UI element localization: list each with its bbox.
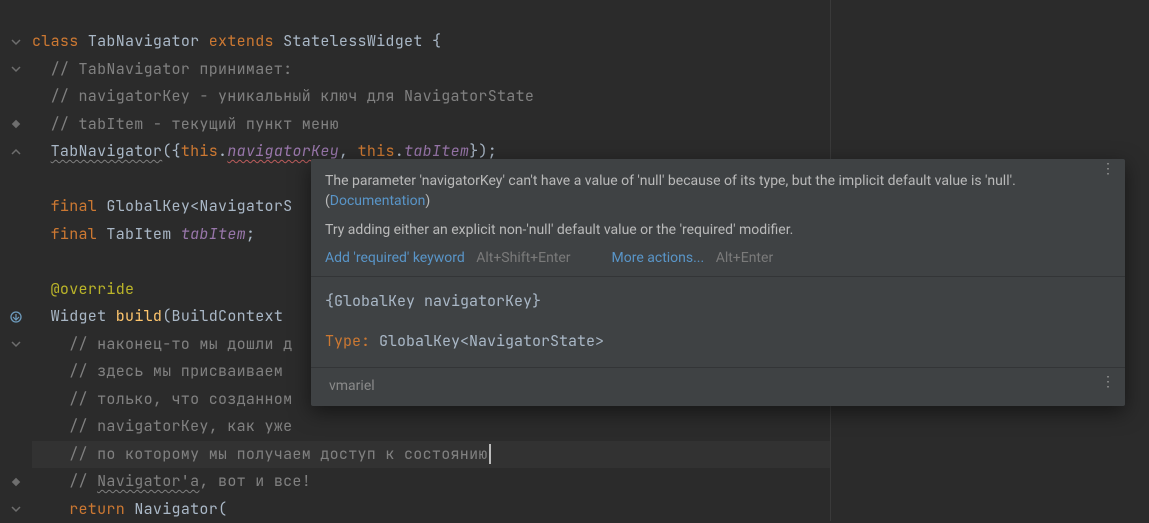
diagnostic-hint: Try adding either an explicit non-'null'… [325,220,1111,240]
popup-more-icon[interactable]: ⋮ [1101,380,1115,384]
text-caret [489,444,491,464]
documentation-link[interactable]: Documentation [330,193,426,209]
fold-marker[interactable] [0,331,32,359]
keyword: class [32,31,88,51]
brace: { [432,31,441,51]
type-value: GlobalKey<NavigatorState> [379,331,604,351]
class-name: TabNavigator [88,31,209,51]
more-actions-link[interactable]: More actions... [612,250,705,266]
comment: // TabNavigator принимает: [32,59,292,79]
shortcut-label: Alt+Shift+Enter [476,250,570,266]
comment: // tabItem - текущий пункт меню [32,114,339,134]
diagnostic-message: The parameter 'navigatorKey' can't have … [325,171,1111,212]
superclass: StatelessWidget [283,31,432,51]
fold-marker[interactable] [0,28,32,56]
quickfix-add-required[interactable]: Add 'required' keyword [325,250,465,266]
override-icon[interactable] [0,303,32,331]
comment: // navigatorKey, как уже [32,416,292,436]
keyword: extends [209,31,283,51]
comment: // по которому мы получаем доступ к сост… [32,444,488,464]
gutter [0,0,32,521]
param-navigatorKey: navigatorKey [227,141,339,161]
comment: // navigatorKey - уникальный ключ для Na… [32,86,534,106]
comment: // только, что созданном [32,389,292,409]
constructor: TabNavigator [51,141,163,161]
fold-marker[interactable] [0,56,32,84]
comment: // здесь мы присваиваем [32,361,292,381]
comment: // наконец-то мы дошли д [32,334,292,354]
annotation-override: override [60,279,134,299]
gutter-diamond-icon[interactable] [0,111,32,139]
quick-doc: {GlobalKey navigatorKey} Type: GlobalKey… [311,277,1125,367]
gutter-diamond-icon[interactable] [0,468,32,496]
type-label: Type: [325,331,379,351]
shortcut-label: Alt+Enter [716,250,774,266]
fold-marker[interactable] [0,138,32,166]
method-build: build [116,306,163,326]
popup-more-icon[interactable]: ⋮ [1101,167,1115,171]
fold-marker[interactable] [0,496,32,523]
author-annotation: vmariel ⋮ [311,367,1125,406]
signature: {GlobalKey navigatorKey} [325,291,1111,311]
diagnostic-popup: ⋮ The parameter 'navigatorKey' can't hav… [311,159,1125,406]
param-tabItem: tabItem [404,141,469,161]
